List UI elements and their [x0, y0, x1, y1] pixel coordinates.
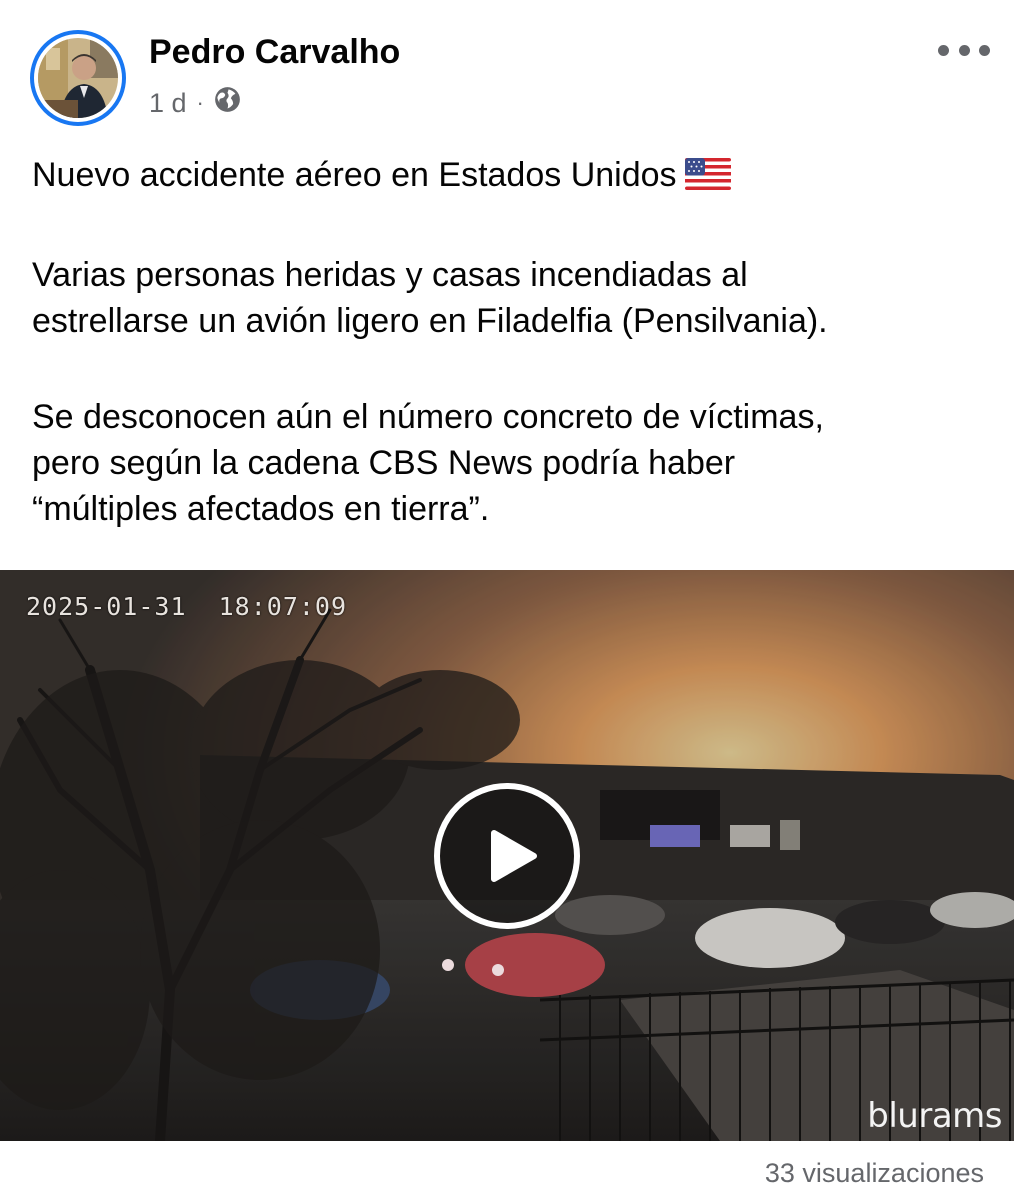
video-watermark: blurams [867, 1096, 1002, 1136]
post-time[interactable]: 1 d [149, 88, 187, 119]
more-options-icon[interactable] [938, 38, 990, 62]
play-icon[interactable] [434, 783, 580, 929]
video-timestamp: 2025-01-31 18:07:09 [26, 592, 348, 621]
avatar[interactable] [30, 30, 126, 126]
author-name[interactable]: Pedro Carvalho [149, 33, 400, 72]
view-count[interactable]: 33 visualizaciones [765, 1158, 984, 1189]
post-meta: 1 d · [149, 86, 241, 120]
post-text-line: “múltiples afectados en tierra”. [32, 490, 490, 528]
post-text: Nuevo accidente aéreo en Estados Unidos [32, 152, 992, 532]
post-header: Pedro Carvalho 1 d · [0, 0, 1014, 140]
post-text-line: Varias personas heridas y casas incendia… [32, 256, 748, 294]
post-text-line: Nuevo accidente aéreo en Estados Unidos [32, 152, 992, 202]
post-text-line: pero según la cadena CBS News podría hab… [32, 444, 736, 482]
post-text-line: Se desconocen aún el número concreto de … [32, 398, 824, 436]
avatar-photo [38, 38, 118, 118]
globe-icon [214, 86, 241, 120]
meta-separator: · [196, 90, 204, 115]
us-flag-icon [684, 156, 731, 202]
post-text-line: estrellarse un avión ligero en Filadelfi… [32, 302, 828, 340]
